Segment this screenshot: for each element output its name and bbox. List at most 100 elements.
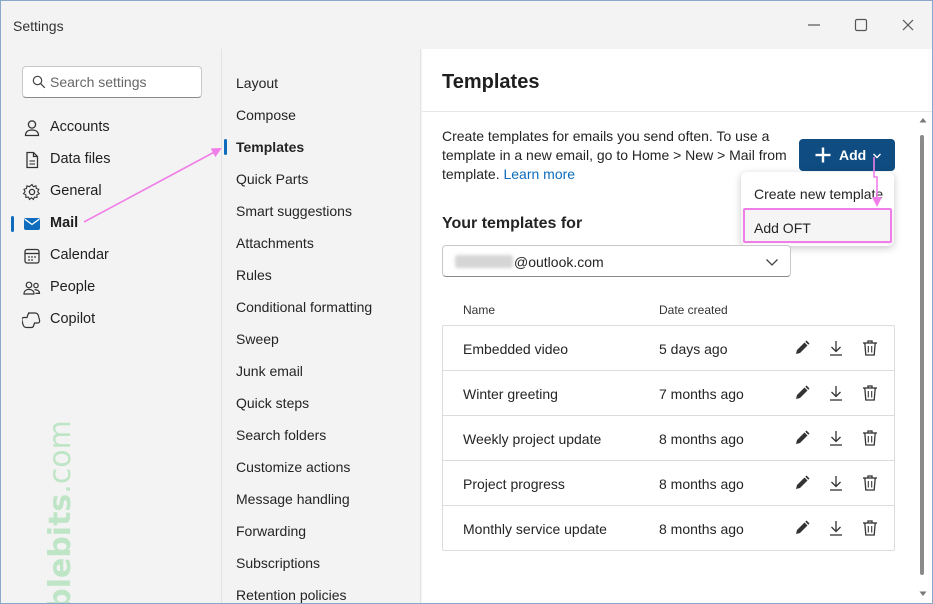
annotation-highlight-box xyxy=(743,208,892,243)
subnav-item-label: Sweep xyxy=(236,331,279,347)
subnav-item-message-handling[interactable]: Message handling xyxy=(222,483,421,515)
subnav-item-smart-suggestions[interactable]: Smart suggestions xyxy=(222,195,421,227)
download-icon[interactable] xyxy=(827,474,845,492)
subnav-item-label: Subscriptions xyxy=(236,555,321,571)
subnav-item-label: Customize actions xyxy=(236,459,351,475)
calendar-icon xyxy=(24,248,40,264)
account-email: @outlook.com xyxy=(514,254,604,270)
add-button-label: Add xyxy=(839,147,867,163)
edit-icon[interactable] xyxy=(793,429,811,447)
delete-icon[interactable] xyxy=(861,339,879,357)
template-date: 5 days ago xyxy=(659,341,728,357)
redacted-email-prefix xyxy=(455,255,513,268)
subnav-item-label: Conditional formatting xyxy=(236,299,373,315)
column-header-name: Name xyxy=(463,303,496,317)
column-header-date: Date created xyxy=(659,303,728,317)
learn-more-link[interactable]: Learn more xyxy=(503,166,575,182)
subnav-item-label: Forwarding xyxy=(236,523,307,539)
template-date: 8 months ago xyxy=(659,521,744,537)
table-row: Embedded video 5 days ago xyxy=(443,326,894,371)
scroll-up-arrow-icon[interactable] xyxy=(919,117,927,123)
selection-indicator xyxy=(11,216,14,232)
subnav-item-quick-steps[interactable]: Quick steps xyxy=(222,387,421,419)
subnav-item-label: Templates xyxy=(236,139,305,155)
mail-subnav: Layout Compose Templates Quick Parts Sma… xyxy=(221,49,421,603)
search-input[interactable] xyxy=(50,73,198,91)
subnav-item-layout[interactable]: Layout xyxy=(222,67,421,99)
template-name: Winter greeting xyxy=(463,386,558,402)
sidebar-item-calendar[interactable]: Calendar xyxy=(1,240,221,272)
download-icon[interactable] xyxy=(827,429,845,447)
sidebar-item-label: Accounts xyxy=(50,119,110,135)
subnav-item-templates[interactable]: Templates xyxy=(222,131,421,163)
subnav-item-subscriptions[interactable]: Subscriptions xyxy=(222,547,421,579)
templates-panel: Templates Create templates for emails yo… xyxy=(422,49,932,603)
subnav-item-label: Quick Parts xyxy=(236,171,309,187)
maximize-icon[interactable] xyxy=(850,14,872,36)
sidebar-item-copilot[interactable]: Copilot xyxy=(1,304,221,336)
delete-icon[interactable] xyxy=(861,429,879,447)
edit-icon[interactable] xyxy=(793,339,811,357)
subnav-item-retention-policies[interactable]: Retention policies xyxy=(222,579,421,603)
subnav-item-sweep[interactable]: Sweep xyxy=(222,323,421,355)
subnav-item-label: Rules xyxy=(236,267,272,283)
sidebar-item-label: People xyxy=(50,279,96,295)
sidebar-item-mail[interactable]: Mail xyxy=(1,208,221,240)
scrollbar-thumb[interactable] xyxy=(920,135,924,575)
delete-icon[interactable] xyxy=(861,474,879,492)
subnav-item-label: Quick steps xyxy=(236,395,310,411)
subnav-item-search-folders[interactable]: Search folders xyxy=(222,419,421,451)
delete-icon[interactable] xyxy=(861,519,879,537)
account-dropdown[interactable]: @outlook.com xyxy=(442,245,791,277)
page-title: Templates xyxy=(442,71,540,93)
add-button[interactable]: Add xyxy=(799,139,895,171)
templates-table: Embedded video 5 days ago Winter greetin… xyxy=(442,325,895,551)
menu-item-create-new-template[interactable]: Create new template xyxy=(741,176,894,210)
edit-icon[interactable] xyxy=(793,384,811,402)
sidebar-item-people[interactable]: People xyxy=(1,272,221,304)
description-text: Create templates for emails you send oft… xyxy=(442,128,787,182)
minimize-icon[interactable] xyxy=(803,14,825,36)
subnav-item-compose[interactable]: Compose xyxy=(222,99,421,131)
edit-icon[interactable] xyxy=(793,474,811,492)
close-icon[interactable] xyxy=(897,14,919,36)
watermark-logo: Ablebits.com xyxy=(21,419,78,603)
gear-icon xyxy=(22,183,41,201)
subnav-item-label: Retention policies xyxy=(236,587,347,603)
sidebar-item-label: Mail xyxy=(50,215,79,231)
subnav-item-rules[interactable]: Rules xyxy=(222,259,421,291)
mail-icon xyxy=(24,218,40,230)
person-icon xyxy=(24,120,40,137)
table-row: Monthly service update 8 months ago xyxy=(443,506,894,551)
download-icon[interactable] xyxy=(827,519,845,537)
settings-sidebar: Accounts Data files General Mai xyxy=(1,49,221,603)
subnav-item-forwarding[interactable]: Forwarding xyxy=(222,515,421,547)
download-icon[interactable] xyxy=(827,384,845,402)
sidebar-item-general[interactable]: General xyxy=(1,176,221,208)
subnav-item-label: Junk email xyxy=(236,363,303,379)
subnav-item-junk-email[interactable]: Junk email xyxy=(222,355,421,387)
chevron-down-icon xyxy=(873,153,881,159)
search-box[interactable] xyxy=(22,66,202,98)
sidebar-item-data-files[interactable]: Data files xyxy=(1,144,221,176)
subnav-item-conditional-formatting[interactable]: Conditional formatting xyxy=(222,291,421,323)
subnav-item-label: Message handling xyxy=(236,491,350,507)
watermark-text: Ablebits xyxy=(43,493,78,604)
settings-window: Settings Accounts xyxy=(0,0,933,604)
scroll-down-arrow-icon[interactable] xyxy=(919,591,927,597)
sidebar-item-label: Copilot xyxy=(50,311,96,327)
template-date: 8 months ago xyxy=(659,476,744,492)
table-row: Project progress 8 months ago xyxy=(443,461,894,506)
edit-icon[interactable] xyxy=(793,519,811,537)
templates-description: Create templates for emails you send oft… xyxy=(442,127,787,184)
subnav-item-customize-actions[interactable]: Customize actions xyxy=(222,451,421,483)
people-icon xyxy=(23,281,41,295)
subnav-item-attachments[interactable]: Attachments xyxy=(222,227,421,259)
download-icon[interactable] xyxy=(827,339,845,357)
delete-icon[interactable] xyxy=(861,384,879,402)
table-row: Winter greeting 7 months ago xyxy=(443,371,894,416)
plus-icon xyxy=(815,147,831,163)
subnav-item-quick-parts[interactable]: Quick Parts xyxy=(222,163,421,195)
sidebar-item-accounts[interactable]: Accounts xyxy=(1,112,221,144)
scrollbar[interactable] xyxy=(919,111,927,603)
